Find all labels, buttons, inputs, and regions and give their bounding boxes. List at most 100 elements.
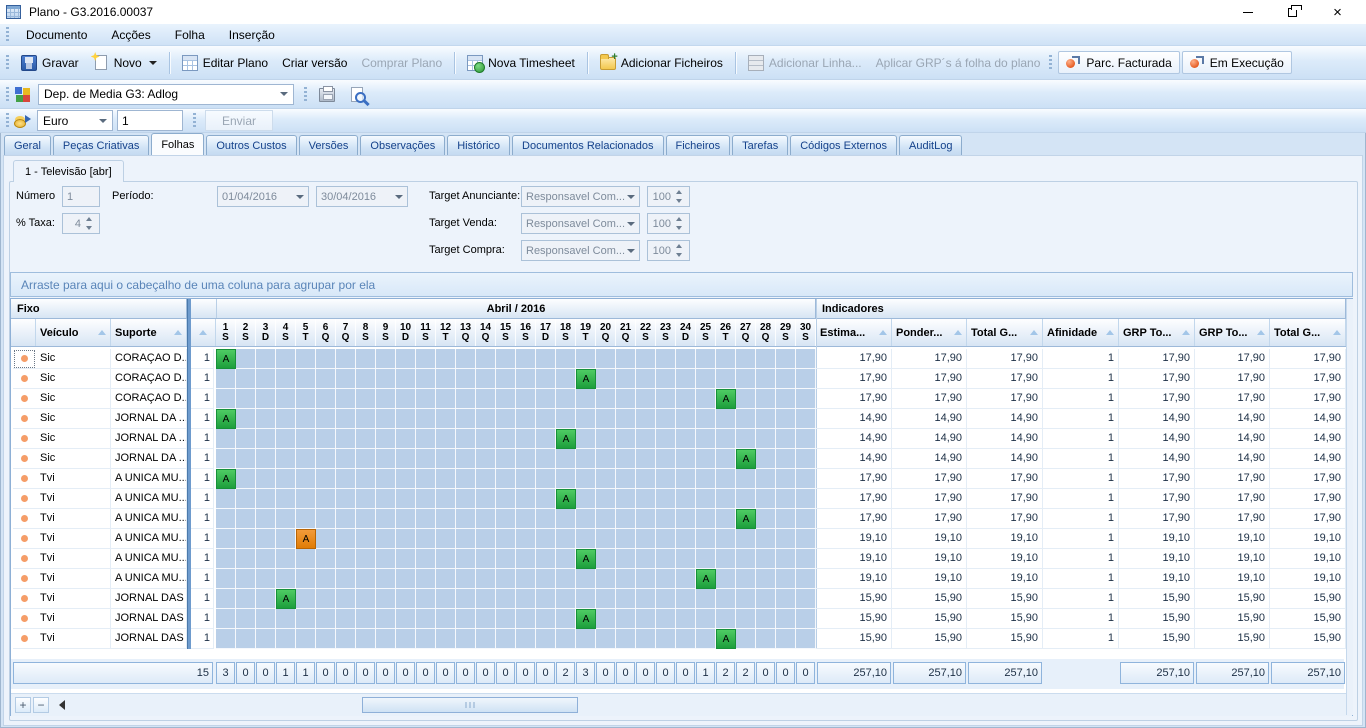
day-cell-21[interactable]: [616, 349, 636, 369]
day-cell-8[interactable]: [356, 529, 376, 549]
day-cell-3[interactable]: [256, 549, 276, 569]
day-cell-1[interactable]: [216, 369, 236, 389]
day-cell-14[interactable]: [476, 409, 496, 429]
day-cell-19[interactable]: A: [576, 609, 596, 629]
day-cell-12[interactable]: [436, 409, 456, 429]
day-cell-9[interactable]: [376, 409, 396, 429]
tab-versoes[interactable]: Versões: [299, 135, 359, 155]
print-preview-button[interactable]: [342, 83, 372, 106]
restore-button[interactable]: [1270, 0, 1315, 24]
cell-qty[interactable]: 1: [191, 529, 214, 549]
day-cell-9[interactable]: [376, 369, 396, 389]
toolbar-grip[interactable]: [304, 87, 307, 102]
column-header-afinidade-3[interactable]: Afinidade: [1043, 319, 1119, 346]
cell-indicator-value[interactable]: 1: [1043, 569, 1119, 589]
day-cell-29[interactable]: [776, 449, 796, 469]
day-cell-9[interactable]: [376, 549, 396, 569]
cell-indicator-value[interactable]: 19,10: [967, 549, 1043, 569]
day-cell-27[interactable]: [736, 529, 756, 549]
cell-indicator-value[interactable]: 19,10: [1195, 569, 1270, 589]
day-cell-29[interactable]: [776, 389, 796, 409]
tab-historico[interactable]: Histórico: [447, 135, 510, 155]
cell-veiculo[interactable]: Tvi: [36, 529, 111, 549]
day-cell-28[interactable]: [756, 589, 776, 609]
cell-indicator-value[interactable]: 19,10: [1119, 529, 1195, 549]
remove-row-button[interactable]: −: [33, 697, 49, 713]
day-cell-26[interactable]: [716, 369, 736, 389]
day-cell-3[interactable]: [256, 529, 276, 549]
gravar-button[interactable]: Gravar: [14, 51, 86, 75]
day-cell-22[interactable]: [636, 569, 656, 589]
day-cell-23[interactable]: [656, 609, 676, 629]
day-cell-6[interactable]: [316, 609, 336, 629]
day-cell-4[interactable]: [276, 469, 296, 489]
cell-indicator-value[interactable]: 17,90: [967, 389, 1043, 409]
day-cell-27[interactable]: [736, 589, 756, 609]
day-cell-6[interactable]: [316, 549, 336, 569]
cell-indicator-value[interactable]: 17,90: [892, 469, 967, 489]
day-cell-1[interactable]: [216, 429, 236, 449]
adicionar-ficheiros-button[interactable]: Adicionar Ficheiros: [593, 51, 730, 74]
day-cell-29[interactable]: [776, 349, 796, 369]
day-cell-21[interactable]: [616, 549, 636, 569]
day-cell-16[interactable]: [516, 349, 536, 369]
day-cell-22[interactable]: [636, 529, 656, 549]
cell-suporte[interactable]: JORNAL DA ...: [111, 449, 187, 469]
cell-indicator-value[interactable]: 17,90: [1270, 509, 1346, 529]
day-cell-30[interactable]: [796, 389, 816, 409]
day-cell-30[interactable]: [796, 449, 816, 469]
day-cell-29[interactable]: [776, 409, 796, 429]
day-cell-15[interactable]: [496, 609, 516, 629]
day-cell-28[interactable]: [756, 549, 776, 569]
day-cell-1[interactable]: [216, 609, 236, 629]
day-cell-10[interactable]: [396, 369, 416, 389]
day-cell-1[interactable]: [216, 629, 236, 649]
day-cell-8[interactable]: [356, 469, 376, 489]
day-cell-1[interactable]: A: [216, 349, 236, 369]
cell-indicator-value[interactable]: 14,90: [1195, 449, 1270, 469]
row-indicator[interactable]: [13, 629, 36, 649]
day-cell-6[interactable]: [316, 569, 336, 589]
day-cell-5[interactable]: [296, 509, 316, 529]
day-cell-13[interactable]: [456, 549, 476, 569]
cell-indicator-value[interactable]: 17,90: [1195, 469, 1270, 489]
day-cell-13[interactable]: [456, 409, 476, 429]
day-cell-10[interactable]: [396, 469, 416, 489]
day-cell-12[interactable]: [436, 549, 456, 569]
day-cell-19[interactable]: [576, 449, 596, 469]
tab-ficheiros[interactable]: Ficheiros: [666, 135, 731, 155]
day-cell-4[interactable]: [276, 569, 296, 589]
day-cell-1[interactable]: A: [216, 469, 236, 489]
cell-qty[interactable]: 1: [191, 409, 214, 429]
cell-suporte[interactable]: CORAÇAO D...: [111, 349, 187, 369]
day-cell-25[interactable]: A: [696, 569, 716, 589]
column-header-day-18[interactable]: 18S: [556, 319, 576, 346]
day-cell-21[interactable]: [616, 369, 636, 389]
day-cell-7[interactable]: [336, 449, 356, 469]
day-cell-15[interactable]: [496, 629, 516, 649]
day-cell-3[interactable]: [256, 589, 276, 609]
day-cell-2[interactable]: [236, 509, 256, 529]
day-cell-5[interactable]: [296, 409, 316, 429]
day-cell-21[interactable]: [616, 589, 636, 609]
cell-indicator-value[interactable]: 15,90: [1195, 629, 1270, 649]
day-cell-15[interactable]: [496, 369, 516, 389]
day-cell-15[interactable]: [496, 569, 516, 589]
column-header-day-19[interactable]: 19T: [576, 319, 596, 346]
day-cell-5[interactable]: [296, 629, 316, 649]
cell-suporte[interactable]: CORAÇAO D...: [111, 389, 187, 409]
cell-indicator-value[interactable]: 14,90: [1270, 409, 1346, 429]
day-cell-5[interactable]: [296, 549, 316, 569]
cell-indicator-value[interactable]: 17,90: [1119, 469, 1195, 489]
cell-indicator-value[interactable]: 15,90: [967, 629, 1043, 649]
day-cell-3[interactable]: [256, 449, 276, 469]
day-cell-27[interactable]: A: [736, 509, 756, 529]
day-cell-11[interactable]: [416, 549, 436, 569]
day-cell-6[interactable]: [316, 349, 336, 369]
day-cell-30[interactable]: [796, 409, 816, 429]
day-cell-14[interactable]: [476, 529, 496, 549]
cell-indicator-value[interactable]: 15,90: [1119, 609, 1195, 629]
rate-input[interactable]: [117, 110, 183, 131]
cell-indicator-value[interactable]: 17,90: [1119, 389, 1195, 409]
day-cell-14[interactable]: [476, 429, 496, 449]
